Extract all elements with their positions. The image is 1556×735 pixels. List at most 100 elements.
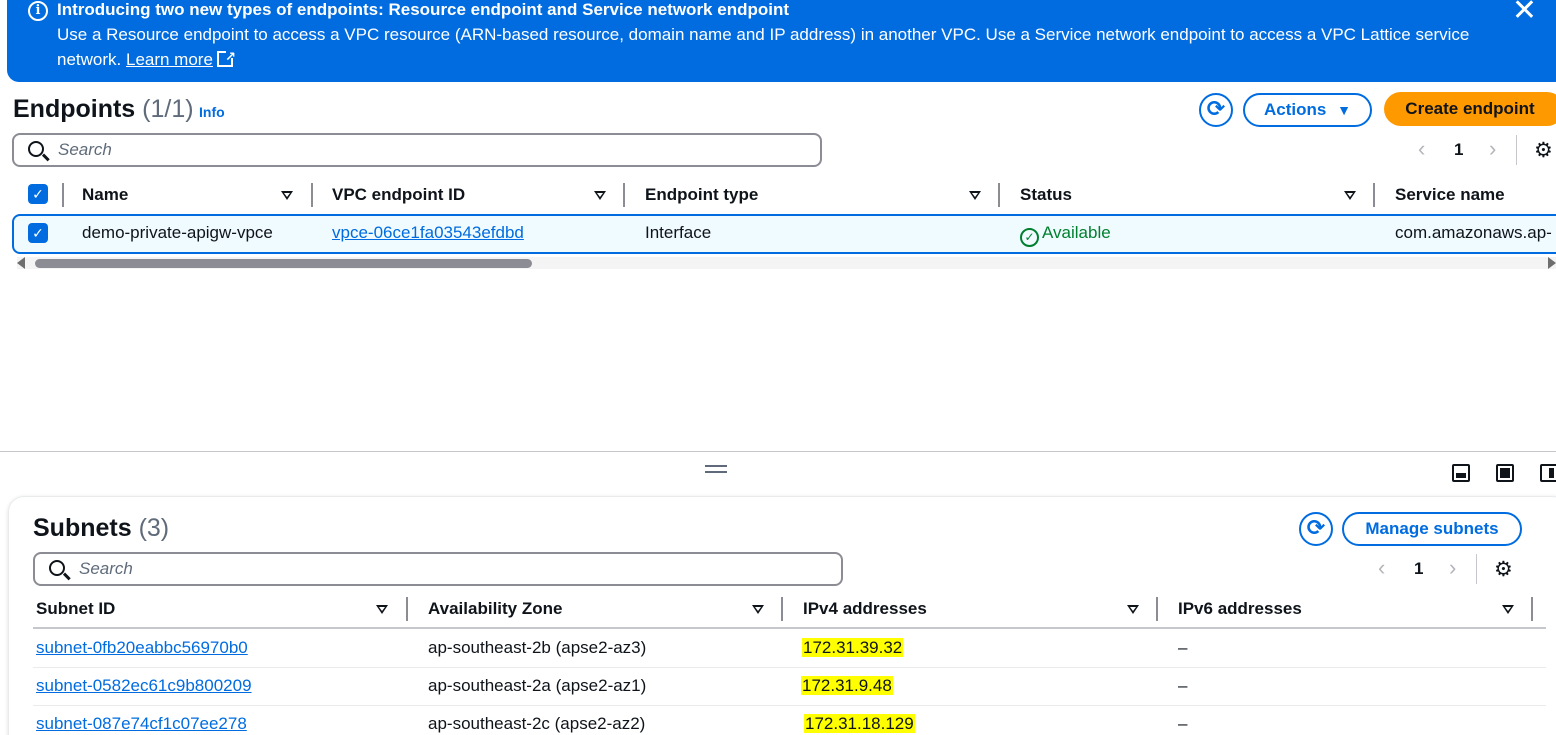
actions-button[interactable]: Actions ▼ [1243, 93, 1372, 127]
column-divider [62, 183, 64, 207]
availability-zone: ap-southeast-2b (apse2-az3) [428, 638, 647, 657]
subnet-id-link[interactable]: subnet-0582ec61c9b800209 [36, 676, 252, 696]
vpc-endpoint-id-link[interactable]: vpce-06ce1fa03543efdbd [332, 223, 524, 243]
drag-handle-icon[interactable] [705, 465, 727, 473]
column-header-service-name[interactable]: Service name [1395, 185, 1505, 205]
external-link-icon [216, 44, 236, 69]
endpoints-search[interactable] [12, 133, 822, 167]
ipv4-highlight: 172.31.9.48 [801, 676, 893, 695]
column-divider [623, 183, 625, 207]
column-header-subnet-id[interactable]: Subnet ID [36, 599, 115, 619]
check-circle-icon: ✓ [1020, 228, 1039, 247]
availability-zone: ap-southeast-2a (apse2-az1) [428, 676, 647, 695]
availability-zone: ap-southeast-2c (apse2-az2) [428, 714, 646, 733]
refresh-icon: ⟳ [1206, 96, 1226, 121]
column-divider [406, 597, 408, 621]
sort-icon[interactable] [1344, 191, 1356, 200]
chevron-left-icon[interactable]: ‹ [1378, 555, 1385, 581]
subnets-count: (3) [138, 514, 170, 542]
column-header-status[interactable]: Status [1020, 185, 1072, 205]
endpoint-name: demo-private-apigw-vpce [82, 223, 273, 242]
status-badge: ✓ Available [1020, 223, 1111, 247]
column-divider [1156, 597, 1158, 621]
caret-down-icon: ▼ [1337, 102, 1351, 118]
row-divider [33, 667, 1546, 668]
ipv6-address: – [1178, 714, 1188, 733]
column-divider [1373, 183, 1375, 207]
search-input[interactable] [79, 556, 779, 582]
ipv4-address: 172.31.39.32 [802, 638, 904, 658]
create-endpoint-button[interactable]: Create endpoint [1384, 92, 1556, 126]
chevron-right-icon[interactable]: › [1489, 136, 1496, 162]
column-divider [781, 597, 783, 621]
scroll-right-icon[interactable] [1548, 257, 1556, 269]
column-header-name[interactable]: Name [82, 185, 128, 205]
subnet-id-link[interactable]: subnet-087e74cf1c07ee278 [36, 714, 247, 734]
search-icon [49, 560, 65, 576]
ipv4-address: 172.31.18.129 [804, 714, 915, 734]
banner-body-text: Use a Resource endpoint to access a VPC … [57, 25, 1470, 69]
split-maximize-icon[interactable] [1496, 464, 1514, 482]
learn-more-link[interactable]: Learn more [126, 50, 213, 69]
refresh-icon: ⟳ [1306, 515, 1326, 540]
scroll-left-icon[interactable] [17, 257, 25, 269]
chevron-right-icon[interactable]: › [1449, 555, 1456, 581]
endpoint-type: Interface [645, 223, 712, 242]
chevron-left-icon[interactable]: ‹ [1418, 136, 1425, 162]
column-header-ipv4[interactable]: IPv4 addresses [803, 599, 927, 619]
close-icon[interactable]: ✕ [1512, 0, 1537, 26]
sort-icon[interactable] [752, 605, 764, 614]
horizontal-scrollbar[interactable] [17, 257, 1556, 269]
divider [1476, 554, 1477, 584]
service-name: com.amazonaws.ap- [1395, 223, 1552, 242]
sort-icon[interactable] [281, 191, 293, 200]
column-divider [311, 183, 313, 207]
ipv4-highlight: 172.31.18.129 [804, 714, 915, 733]
subnet-id-link[interactable]: subnet-0fb20eabbc56970b0 [36, 638, 248, 658]
endpoints-title: Endpoints [13, 95, 136, 123]
column-header-vpc-endpoint-id[interactable]: VPC endpoint ID [332, 185, 465, 205]
search-icon [28, 141, 44, 157]
sort-icon[interactable] [594, 191, 606, 200]
gear-icon[interactable]: ⚙ [1534, 138, 1553, 163]
sort-icon[interactable] [969, 191, 981, 200]
search-input[interactable] [58, 137, 758, 163]
split-side-icon[interactable] [1540, 464, 1556, 482]
column-divider [998, 183, 1000, 207]
table-header-divider [33, 627, 1546, 629]
row-divider [33, 705, 1546, 706]
page-number[interactable]: 1 [1454, 140, 1463, 160]
column-header-availability-zone[interactable]: Availability Zone [428, 599, 562, 619]
row-checkbox[interactable]: ✓ [28, 223, 48, 243]
select-all-checkbox[interactable]: ✓ [28, 184, 48, 204]
column-divider [1531, 597, 1533, 621]
subnets-search[interactable] [33, 552, 843, 586]
manage-subnets-button[interactable]: Manage subnets [1342, 512, 1522, 546]
page-number[interactable]: 1 [1414, 559, 1423, 579]
gear-icon[interactable]: ⚙ [1494, 557, 1513, 582]
status-text: Available [1042, 223, 1111, 242]
column-header-endpoint-type[interactable]: Endpoint type [645, 185, 758, 205]
ipv6-address: – [1178, 676, 1188, 695]
ipv6-address: – [1178, 638, 1188, 657]
refresh-button[interactable]: ⟳ [1199, 93, 1233, 127]
info-link[interactable]: Info [199, 104, 225, 120]
refresh-button[interactable]: ⟳ [1299, 512, 1333, 546]
column-header-ipv6[interactable]: IPv6 addresses [1178, 599, 1302, 619]
scrollbar-thumb[interactable] [35, 259, 532, 268]
split-panel-divider [0, 451, 1556, 452]
sort-icon[interactable] [1127, 605, 1139, 614]
split-bottom-icon[interactable] [1452, 464, 1470, 482]
sort-icon[interactable] [1502, 605, 1514, 614]
subnets-title: Subnets [33, 514, 132, 542]
actions-label: Actions [1264, 100, 1327, 119]
banner-body: Use a Resource endpoint to access a VPC … [57, 22, 1477, 72]
sort-icon[interactable] [376, 605, 388, 614]
ipv4-highlight: 172.31.39.32 [802, 638, 904, 657]
ipv4-address: 172.31.9.48 [801, 676, 893, 696]
subnets-heading: Subnets (3) [33, 514, 169, 543]
info-banner: i Introducing two new types of endpoints… [7, 0, 1556, 82]
info-icon: i [28, 1, 48, 21]
banner-title: Introducing two new types of endpoints: … [57, 0, 789, 19]
page-title: Endpoints (1/1) [13, 95, 194, 124]
